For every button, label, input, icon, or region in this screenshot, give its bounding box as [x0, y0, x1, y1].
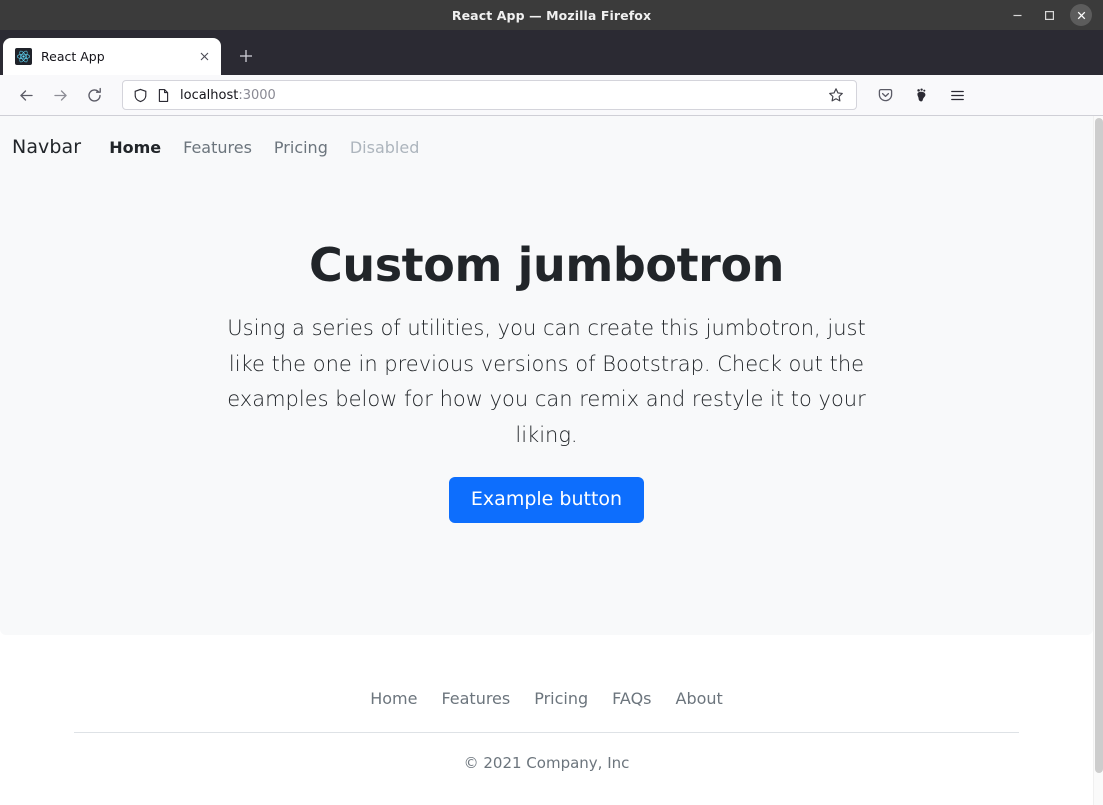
window-controls	[1006, 4, 1103, 26]
footer-nav: Home Features Pricing FAQs About	[0, 689, 1093, 708]
web-page: Navbar Home Features Pricing Disabled Cu…	[0, 116, 1093, 805]
tab-close-icon[interactable]	[195, 48, 213, 66]
react-logo-favicon	[15, 48, 32, 65]
page-document-icon[interactable]	[156, 88, 171, 103]
site-navbar: Navbar Home Features Pricing Disabled	[0, 116, 1093, 158]
footer-copyright: © 2021 Company, Inc	[463, 754, 630, 772]
window-title: React App — Mozilla Firefox	[451, 7, 652, 23]
toolbar-right-icons	[869, 80, 973, 110]
maximize-button[interactable]	[1038, 4, 1060, 26]
scrollbar-thumb[interactable]	[1095, 118, 1103, 773]
footer-link-features[interactable]: Features	[441, 689, 510, 708]
navbar-brand[interactable]: Navbar	[12, 136, 81, 158]
jumbotron-description: Using a series of utilities, you can cre…	[227, 316, 866, 447]
browser-tab[interactable]: React App	[3, 38, 221, 75]
footer-link-faqs[interactable]: FAQs	[612, 689, 651, 708]
footer-link-about[interactable]: About	[676, 689, 723, 708]
minimize-button[interactable]	[1006, 4, 1028, 26]
url-host: localhost	[180, 87, 239, 103]
footer-divider	[74, 732, 1019, 733]
nav-link-features[interactable]: Features	[183, 138, 252, 157]
tab-strip: React App	[0, 30, 1103, 75]
footer-link-pricing[interactable]: Pricing	[534, 689, 588, 708]
pocket-save-icon[interactable]	[869, 80, 901, 110]
hamburger-menu-icon[interactable]	[941, 80, 973, 110]
browser-toolbar: localhost:3000	[0, 75, 1103, 116]
nav-link-pricing[interactable]: Pricing	[274, 138, 328, 157]
close-button[interactable]	[1070, 4, 1092, 26]
back-arrow-icon[interactable]	[10, 80, 42, 110]
footer-link-home[interactable]: Home	[370, 689, 417, 708]
nav-link-disabled: Disabled	[349, 138, 420, 157]
jumbotron-content: Custom jumbotron Using a series of utili…	[0, 158, 1093, 524]
nav-link-home[interactable]: Home	[109, 138, 161, 157]
tab-title: React App	[41, 49, 105, 64]
example-button[interactable]: Example button	[448, 477, 645, 524]
page-scrollbar[interactable]	[1093, 116, 1103, 805]
page-title: Custom jumbotron	[308, 238, 785, 292]
browser-window: React App — Mozilla Firefox React App lo…	[0, 0, 1103, 805]
reload-icon[interactable]	[78, 80, 110, 110]
firefox-account-icon[interactable]	[905, 80, 937, 110]
url-text[interactable]: localhost:3000	[180, 88, 813, 103]
navbar-links: Home Features Pricing Disabled	[109, 138, 419, 157]
forward-arrow-icon[interactable]	[44, 80, 76, 110]
page-viewport: Navbar Home Features Pricing Disabled Cu…	[0, 116, 1103, 805]
page-footer: Home Features Pricing FAQs About © 2021 …	[0, 635, 1093, 772]
new-tab-button[interactable]	[230, 40, 262, 72]
star-icon[interactable]	[822, 82, 850, 108]
url-port: :3000	[238, 87, 276, 103]
jumbotron-section: Navbar Home Features Pricing Disabled Cu…	[0, 116, 1093, 635]
url-bar[interactable]: localhost:3000	[122, 80, 857, 110]
shield-icon[interactable]	[133, 88, 148, 103]
window-titlebar: React App — Mozilla Firefox	[0, 0, 1103, 30]
